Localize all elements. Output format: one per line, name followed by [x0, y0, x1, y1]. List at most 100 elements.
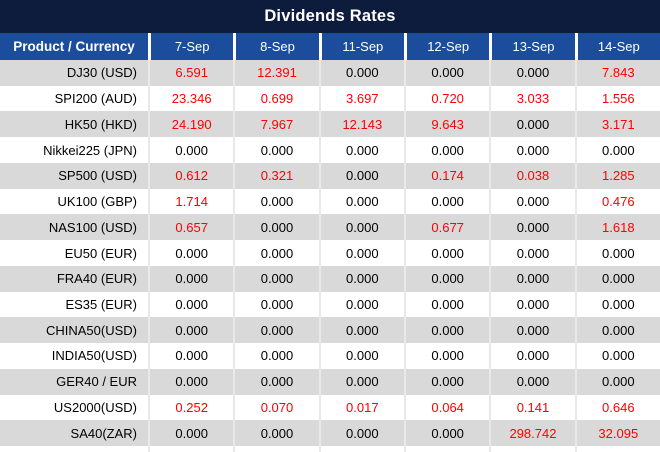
- value-cell: 0.070: [233, 394, 318, 421]
- header-date: 7-Sep: [148, 33, 233, 60]
- table-row: ES35 (EUR) 0.000 0.000 0.000 0.000 0.000 0.000: [0, 291, 660, 318]
- header-date: 14-Sep: [574, 33, 660, 60]
- product-cell: SP500 (USD): [58, 168, 137, 184]
- cutoff-segment: [148, 446, 233, 452]
- value-cell: 0.000: [489, 137, 574, 163]
- value-cell: 12.143: [318, 111, 404, 138]
- value-cell: 0.000: [574, 137, 660, 163]
- page-title: Dividends Rates: [264, 7, 396, 25]
- value-cell: 0.000: [318, 137, 404, 163]
- value-cell: 0.000: [233, 188, 318, 215]
- table-row: GER40 / EUR 0.000 0.000 0.000 0.000 0.000 0.00…: [0, 368, 660, 395]
- value-cell: 0.000: [403, 420, 489, 447]
- value-cell: 0.000: [403, 291, 489, 318]
- value-cell: 0.000: [403, 188, 489, 215]
- product-cell: INDIA50(USD): [51, 348, 137, 364]
- value-cell: 1.714: [148, 188, 233, 215]
- product-cell: SPI200 (AUD): [54, 91, 137, 107]
- value-cell: 0.000: [403, 265, 489, 292]
- value-cell: 0.000: [574, 317, 660, 344]
- value-cell: 0.017: [318, 394, 404, 421]
- value-cell: 0.000: [489, 111, 574, 138]
- value-cell: 1.285: [574, 162, 660, 189]
- value-cell: 0.000: [148, 240, 233, 266]
- value-cell: 3.697: [318, 85, 404, 112]
- cutoff-segment: [318, 446, 404, 452]
- table-row: US2000(USD) 0.252 0.070 0.017 0.064 0.141 0.64…: [0, 394, 660, 421]
- value-cell: 7.843: [574, 60, 660, 86]
- dividends-rates-panel: Dividends Rates Product / Currency 7-Sep 8…: [0, 0, 660, 452]
- value-cell: 0.000: [318, 214, 404, 241]
- value-cell: 0.000: [148, 317, 233, 344]
- value-cell: 0.000: [318, 265, 404, 292]
- table-row: SPI200 (AUD) 23.346 0.699 3.697 0.720 3.033 1.…: [0, 85, 660, 112]
- value-cell: 0.000: [489, 240, 574, 266]
- value-cell: 0.000: [148, 420, 233, 447]
- value-cell: 0.000: [403, 240, 489, 266]
- value-cell: 6.591: [148, 60, 233, 86]
- value-cell: 1.556: [574, 85, 660, 112]
- product-cell: EU50 (EUR): [64, 245, 137, 261]
- value-cell: 0.000: [489, 317, 574, 344]
- value-cell: 0.000: [403, 317, 489, 344]
- value-cell: 0.000: [233, 265, 318, 292]
- value-cell: 0.000: [403, 137, 489, 163]
- cutoff-segment: [233, 446, 318, 452]
- value-cell: 0.000: [148, 137, 233, 163]
- header-date: 8-Sep: [233, 33, 318, 60]
- value-cell: 0.000: [148, 291, 233, 318]
- table-row: INDIA50(USD) 0.000 0.000 0.000 0.000 0.000 0.0…: [0, 343, 660, 369]
- value-cell: 0.000: [148, 368, 233, 395]
- table-row: HK50 (HKD) 24.190 7.967 12.143 9.643 0.000 3.1…: [0, 111, 660, 138]
- header-product-currency: Product / Currency: [13, 39, 135, 54]
- value-cell: 7.967: [233, 111, 318, 138]
- value-cell: 0.000: [403, 60, 489, 86]
- value-cell: 0.000: [574, 343, 660, 369]
- value-cell: 0.612: [148, 162, 233, 189]
- value-cell: 0.000: [318, 240, 404, 266]
- product-cell: CHINA50(USD): [45, 322, 137, 338]
- value-cell: 0.000: [318, 368, 404, 395]
- value-cell: 0.000: [318, 162, 404, 189]
- value-cell: 3.171: [574, 111, 660, 138]
- table-row: Nikkei225 (JPN) 0.000 0.000 0.000 0.000 0.000…: [0, 137, 660, 163]
- header-date: 13-Sep: [489, 33, 574, 60]
- value-cell: 0.000: [233, 368, 318, 395]
- table-row: NAS100 (USD) 0.657 0.000 0.000 0.677 0.000 1.6…: [0, 214, 660, 241]
- value-cell: 0.000: [318, 291, 404, 318]
- value-cell: 0.000: [233, 240, 318, 266]
- value-cell: 0.000: [403, 343, 489, 369]
- value-cell: 0.000: [318, 188, 404, 215]
- value-cell: 0.657: [148, 214, 233, 241]
- value-cell: 32.095: [574, 420, 660, 447]
- value-cell: 0.000: [318, 420, 404, 447]
- product-cell: Nikkei225 (JPN): [43, 142, 137, 158]
- table-body: DJ30 (USD) 6.591 12.391 0.000 0.000 0.000 7.84…: [0, 60, 660, 447]
- table-row: CHINA50(USD) 0.000 0.000 0.000 0.000 0.000 0.0…: [0, 317, 660, 344]
- value-cell: 0.000: [233, 317, 318, 344]
- value-cell: 0.000: [148, 265, 233, 292]
- value-cell: 0.000: [574, 240, 660, 266]
- value-cell: 0.000: [489, 343, 574, 369]
- value-cell: 0.720: [403, 85, 489, 112]
- value-cell: 0.038: [489, 162, 574, 189]
- value-cell: 0.321: [233, 162, 318, 189]
- cutoff-segment: [489, 446, 574, 452]
- value-cell: 0.000: [233, 214, 318, 241]
- value-cell: 0.000: [489, 291, 574, 318]
- table-header-row: Product / Currency 7-Sep 8-Sep 11-Sep 12-Sep…: [0, 33, 660, 60]
- table-row: EU50 (EUR) 0.000 0.000 0.000 0.000 0.000 0.000: [0, 240, 660, 266]
- value-cell: 0.141: [489, 394, 574, 421]
- value-cell: 0.000: [233, 291, 318, 318]
- value-cell: 0.476: [574, 188, 660, 215]
- table-row: DJ30 (USD) 6.591 12.391 0.000 0.000 0.000 7.84…: [0, 60, 660, 86]
- value-cell: 24.190: [148, 111, 233, 138]
- value-cell: 0.000: [574, 368, 660, 395]
- value-cell: 0.064: [403, 394, 489, 421]
- value-cell: 23.346: [148, 85, 233, 112]
- table-row: SA40(ZAR) 0.000 0.000 0.000 0.000 298.742 32.0…: [0, 420, 660, 447]
- value-cell: 298.742: [489, 420, 574, 447]
- value-cell: 0.000: [489, 60, 574, 86]
- value-cell: 0.000: [148, 343, 233, 369]
- product-cell: FRA40 (EUR): [56, 271, 137, 287]
